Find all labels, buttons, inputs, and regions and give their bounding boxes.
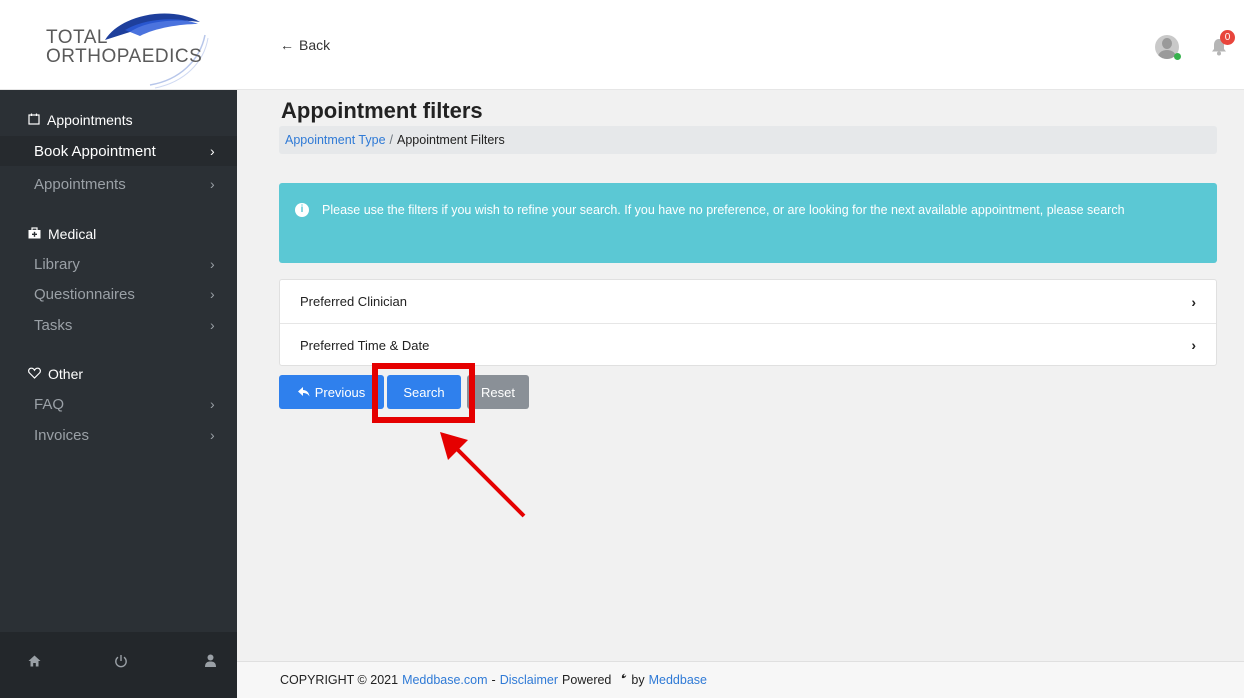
page-footer: COPYRIGHT © 2021 Meddbase.com - Disclaim… [237, 661, 1244, 698]
sidebar-heading-label: Other [48, 366, 84, 382]
home-icon[interactable] [28, 654, 41, 671]
alert-text: Please use the filters if you wish to re… [322, 203, 1125, 217]
chevron-right-icon: › [210, 317, 215, 333]
sidebar-item-label: Appointments [34, 175, 126, 193]
chevron-right-icon: › [210, 396, 215, 412]
sidebar-heading-other: Other [28, 366, 83, 382]
sidebar: Appointments Book Appointment › Appointm… [0, 90, 237, 698]
footer-copyright: COPYRIGHT © 2021 [280, 673, 399, 687]
sidebar-item-tasks[interactable]: Tasks › [0, 310, 237, 340]
sidebar-item-label: FAQ [34, 395, 65, 413]
chevron-right-icon: › [1191, 293, 1196, 310]
calendar-icon [28, 112, 40, 128]
page-title: Appointment filters [281, 98, 483, 123]
arrow-left-icon: ← [280, 37, 294, 53]
previous-button[interactable]: Previous [279, 375, 384, 409]
reply-icon [297, 385, 310, 400]
sidebar-item-library[interactable]: Library › [0, 249, 237, 279]
previous-label: Previous [314, 384, 366, 400]
chevron-right-icon: › [210, 286, 215, 302]
logo-text-total: TOTAL [46, 27, 108, 48]
sidebar-item-invoices[interactable]: Invoices › [0, 420, 237, 450]
sidebar-heading-appointments: Appointments [28, 112, 133, 128]
sidebar-item-faq[interactable]: FAQ › [0, 389, 237, 419]
chevron-right-icon: › [210, 143, 215, 159]
sidebar-item-label: Book Appointment [34, 142, 156, 160]
notification-badge: 0 [1220, 30, 1235, 45]
sidebar-footer [0, 632, 237, 698]
medkit-icon [28, 226, 41, 242]
wrench-icon [615, 673, 627, 688]
breadcrumb: Appointment Type / Appointment Filters [279, 126, 1217, 154]
breadcrumb-link-appointment-type[interactable]: Appointment Type [285, 133, 386, 147]
filter-label: Preferred Clinician [300, 294, 407, 309]
filter-preferred-time-date[interactable]: Preferred Time & Date › [280, 323, 1216, 366]
sidebar-item-appointments[interactable]: Appointments › [0, 169, 237, 199]
top-header: TOTAL ORTHOPAEDICS ← Back 0 [0, 0, 1244, 90]
footer-link-meddbase[interactable]: Meddbase [649, 673, 707, 687]
sidebar-heading-label: Appointments [47, 112, 133, 128]
sidebar-item-book-appointment[interactable]: Book Appointment › [0, 136, 237, 166]
footer-link-meddbase-com[interactable]: Meddbase.com [402, 673, 487, 687]
filter-label: Preferred Time & Date [300, 337, 430, 353]
back-link[interactable]: ← Back [280, 37, 330, 53]
sidebar-item-questionnaires[interactable]: Questionnaires › [0, 279, 237, 309]
chevron-right-icon: › [210, 427, 215, 443]
footer-dash: - [491, 673, 496, 687]
footer-by: by [631, 673, 645, 687]
back-label: Back [299, 37, 331, 53]
filter-preferred-clinician[interactable]: Preferred Clinician › [280, 280, 1216, 323]
online-status-dot [1174, 53, 1181, 60]
breadcrumb-current: Appointment Filters [397, 133, 505, 147]
annotation-arrow-icon [440, 432, 526, 518]
filter-list: Preferred Clinician › Preferred Time & D… [279, 279, 1217, 366]
sidebar-item-label: Questionnaires [34, 285, 135, 303]
heart-icon [28, 366, 41, 382]
logo-text-orthopaedics: ORTHOPAEDICS [46, 46, 203, 67]
footer-link-disclaimer[interactable]: Disclaimer [500, 673, 558, 687]
reset-button[interactable]: Reset [467, 375, 529, 409]
info-alert: i Please use the filters if you wish to … [279, 183, 1217, 263]
breadcrumb-separator: / [389, 133, 394, 147]
chevron-right-icon: › [210, 176, 215, 192]
user-icon[interactable] [205, 654, 216, 671]
annotation-highlight-box [372, 363, 475, 423]
sidebar-item-label: Invoices [34, 426, 90, 444]
sidebar-heading-medical: Medical [28, 226, 96, 242]
sidebar-item-label: Tasks [34, 316, 73, 334]
info-icon: i [295, 203, 309, 217]
brand-logo[interactable]: TOTAL ORTHOPAEDICS [30, 10, 230, 90]
chevron-right-icon: › [1191, 337, 1196, 353]
sidebar-item-label: Library [34, 255, 80, 273]
chevron-right-icon: › [210, 256, 215, 272]
avatar-head-shape [1162, 38, 1172, 49]
power-icon[interactable] [114, 654, 128, 672]
sidebar-heading-label: Medical [48, 226, 97, 242]
footer-powered: Powered [562, 673, 612, 687]
